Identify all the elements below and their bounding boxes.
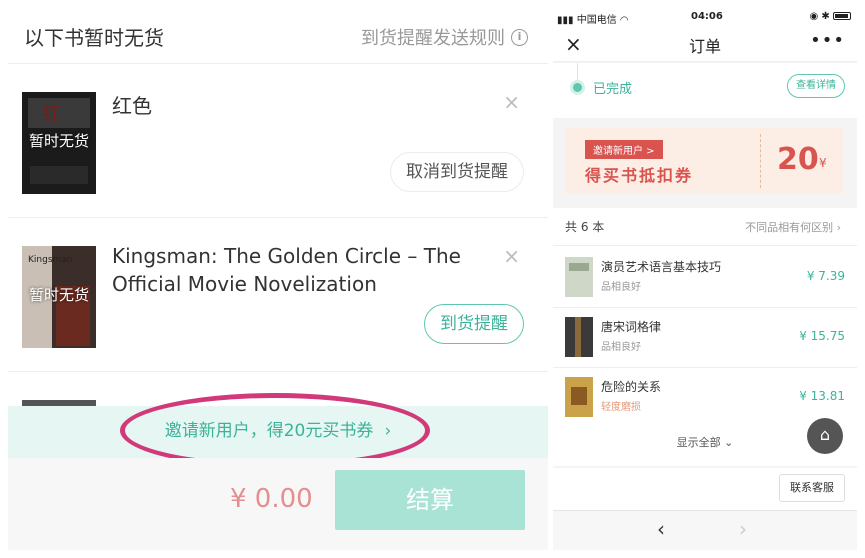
carrier-name: 中国电信 bbox=[576, 15, 617, 26]
back-arrow-icon[interactable]: ‹ bbox=[657, 517, 665, 541]
restock-alert-button[interactable]: 到货提醒 bbox=[424, 304, 524, 344]
contact-service-button[interactable]: 联系客服 bbox=[779, 474, 845, 502]
item-title: 危险的关系 bbox=[601, 380, 662, 394]
carrier: ▮▮▮ 中国电信 ◠ bbox=[557, 11, 629, 26]
book-title-line: Official Movie Novelization bbox=[112, 272, 377, 296]
remove-icon[interactable]: × bbox=[503, 244, 520, 268]
book-row: Kingsman 暂时无货 Kingsman: The Golden Circl… bbox=[8, 220, 548, 372]
checkout-bar: ¥ 0.00 结算 bbox=[8, 458, 548, 550]
info-icon: i bbox=[511, 28, 528, 46]
cart-panel: 以下书暂时无货 到货提醒发送规则 i 红 暂时无货 红色 × 取消到货提醒 Ki… bbox=[8, 8, 548, 550]
book-thumbnail bbox=[565, 377, 593, 417]
service-bar: 联系客服 bbox=[553, 468, 857, 510]
book-cover[interactable]: Kingsman 暂时无货 bbox=[22, 246, 96, 348]
bluetooth-icon: ✱ bbox=[821, 11, 830, 22]
timeline-line bbox=[577, 63, 578, 83]
item-price: ¥ 13.81 bbox=[799, 389, 845, 403]
book-thumbnail bbox=[565, 317, 593, 357]
unavailable-header: 以下书暂时无货 到货提醒发送规则 i bbox=[8, 8, 548, 64]
coupon-unit: ¥ bbox=[819, 156, 827, 170]
coupon-banner[interactable]: 邀请新用户 > 得买书抵扣券 20 ¥ bbox=[565, 128, 843, 194]
browser-toolbar: ‹ › bbox=[553, 510, 857, 550]
forward-arrow-icon[interactable]: › bbox=[739, 517, 747, 541]
order-status-section: 已完成 查看详情 bbox=[553, 63, 857, 118]
coupon-tag: 邀请新用户 > bbox=[585, 140, 663, 159]
status-dot-icon bbox=[573, 83, 582, 92]
more-icon[interactable]: ••• bbox=[810, 30, 845, 51]
item-condition: 品相良好 bbox=[601, 342, 641, 353]
restock-rules-link[interactable]: 到货提醒发送规则 i bbox=[361, 24, 528, 50]
item-price: ¥ 15.75 bbox=[799, 329, 845, 343]
list-item[interactable]: 演员艺术语言基本技巧 品相良好 ¥ 7.39 bbox=[553, 248, 857, 308]
coupon-title: 得买书抵扣券 bbox=[585, 166, 694, 185]
restock-rules-label: 到货提醒发送规则 bbox=[361, 28, 505, 49]
items-count: 共 6 本 bbox=[565, 220, 605, 234]
highlight-ellipse bbox=[120, 393, 430, 468]
unavailable-title: 以下书暂时无货 bbox=[24, 26, 164, 50]
battery-icon bbox=[833, 12, 851, 20]
book-thumbnail bbox=[565, 257, 593, 297]
list-item[interactable]: 危险的关系 轻度磨损 ¥ 13.81 bbox=[553, 368, 857, 428]
nav-bar: × 订单 ••• bbox=[553, 26, 857, 62]
items-header: 共 6 本 不同品相有何区别 › bbox=[553, 208, 857, 246]
out-of-stock-label: 暂时无货 bbox=[28, 286, 89, 304]
item-price: ¥ 7.39 bbox=[806, 269, 845, 283]
svg-text:Kingsman: Kingsman bbox=[28, 255, 73, 265]
view-details-button[interactable]: 查看详情 bbox=[787, 74, 845, 98]
status-bar: ▮▮▮ 中国电信 ◠ 04:06 ◉ ✱ bbox=[553, 8, 857, 26]
home-icon[interactable]: ⌂ bbox=[807, 418, 843, 454]
wifi-icon: ◠ bbox=[619, 15, 629, 26]
list-item[interactable]: 唐宋词格律 品相良好 ¥ 15.75 bbox=[553, 308, 857, 368]
item-title: 唐宋词格律 bbox=[601, 320, 662, 334]
item-condition: 轻度磨损 bbox=[601, 402, 641, 413]
book-title: 红色 bbox=[112, 94, 152, 118]
out-of-stock-label: 暂时无货 bbox=[28, 132, 89, 150]
book-title: Kingsman: The Golden Circle – The Offici… bbox=[112, 242, 461, 298]
condition-help-link[interactable]: 不同品相有何区别 › bbox=[745, 219, 841, 235]
status-icons: ◉ ✱ bbox=[809, 11, 851, 22]
item-title: 演员艺术语言基本技巧 bbox=[601, 260, 722, 274]
coupon-divider bbox=[760, 134, 761, 188]
clock: 04:06 bbox=[691, 11, 723, 22]
cancel-restock-alert-button[interactable]: 取消到货提醒 bbox=[390, 152, 524, 192]
order-status: 已完成 bbox=[593, 82, 633, 97]
book-cover[interactable]: 红 暂时无货 bbox=[22, 92, 96, 194]
item-condition: 品相良好 bbox=[601, 282, 641, 293]
book-row: 红 暂时无货 红色 × 取消到货提醒 bbox=[8, 66, 548, 218]
total-price: ¥ 0.00 bbox=[230, 484, 313, 514]
order-screen: ▮▮▮ 中国电信 ◠ 04:06 ◉ ✱ × 订单 ••• 已完成 查看详情 邀… bbox=[553, 8, 857, 550]
svg-text:红: 红 bbox=[42, 104, 60, 125]
remove-icon[interactable]: × bbox=[503, 90, 520, 114]
lock-rotation-icon: ◉ bbox=[809, 11, 819, 22]
checkout-button[interactable]: 结算 bbox=[335, 470, 525, 530]
book-title-line: Kingsman: The Golden Circle – The bbox=[112, 244, 461, 268]
coupon-amount: 20 bbox=[777, 142, 819, 177]
signal-icon: ▮▮▮ bbox=[557, 15, 574, 26]
